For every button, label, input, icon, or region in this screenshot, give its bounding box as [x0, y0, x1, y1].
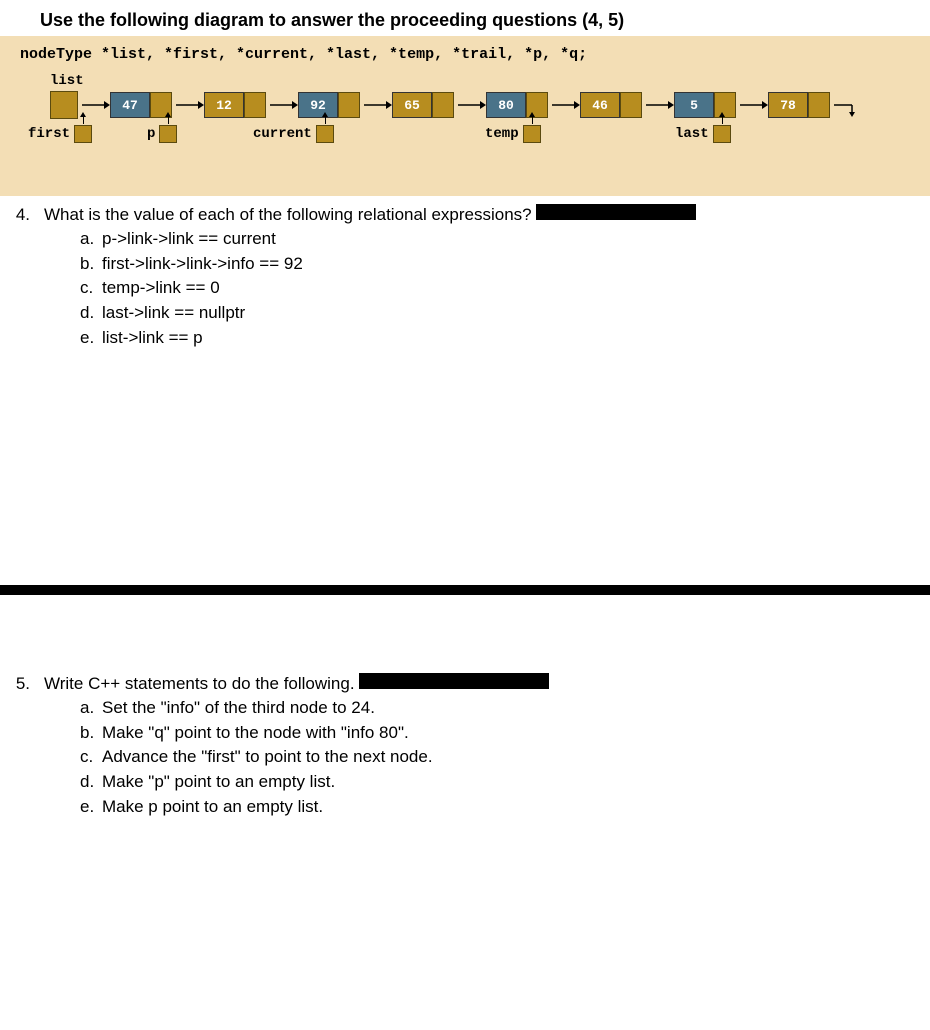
pointer-box [523, 125, 541, 143]
section-divider [0, 585, 930, 595]
list-item: c.temp->link == 0 [80, 276, 920, 301]
pointer-label: p [147, 126, 155, 142]
pointer-label: temp [485, 126, 519, 142]
nodes-row: 47 12 92 65 80 [10, 91, 925, 119]
arrow-icon [270, 92, 298, 118]
node-info: 80 [486, 92, 526, 118]
node-info: 46 [580, 92, 620, 118]
node-link-box [808, 92, 830, 118]
pointer-labels-row: first p current temp last [10, 125, 925, 155]
list-item: a.Set the "info" of the third node to 24… [80, 696, 920, 721]
node-8: 78 [768, 92, 830, 118]
arrow-icon [364, 92, 392, 118]
arrow-icon [740, 92, 768, 118]
question-prompt: What is the value of each of the followi… [44, 205, 532, 225]
pointer-current: current [253, 125, 334, 143]
pointer-temp: temp [485, 125, 541, 143]
node-6: 46 [580, 92, 642, 118]
pointer-last: last [675, 125, 731, 143]
pointer-label: current [253, 126, 312, 142]
list-item: e. Make p point to an empty list. [80, 795, 920, 820]
question-number: 4. [10, 205, 30, 225]
list-item: d.last->link == nullptr [80, 301, 920, 326]
arrow-icon [458, 92, 486, 118]
node-info: 47 [110, 92, 150, 118]
node-5: 80 [486, 92, 548, 118]
node-2: 12 [204, 92, 266, 118]
question-number: 5. [10, 674, 30, 694]
page-title: Use the following diagram to answer the … [0, 0, 930, 36]
pointer-label: first [28, 126, 70, 142]
node-link-box [244, 92, 266, 118]
pointer-p: p [147, 125, 177, 143]
node-4: 65 [392, 92, 454, 118]
question-4: 4. What is the value of each of the foll… [10, 204, 920, 225]
linked-list-diagram: nodeType *list, *first, *current, *last,… [0, 36, 930, 196]
node-info: 5 [674, 92, 714, 118]
node-link-box [432, 92, 454, 118]
redacted-bar [359, 673, 549, 689]
list-label: list [10, 73, 925, 89]
node-info: 12 [204, 92, 244, 118]
arrow-icon [82, 92, 110, 118]
list-item: e.list->link == p [80, 326, 920, 351]
pointer-box [74, 125, 92, 143]
list-item: d.Make "p" point to an empty list. [80, 770, 920, 795]
pointer-first: first [28, 125, 92, 143]
list-item: c.Advance the "first" to point to the ne… [80, 745, 920, 770]
node-3: 92 [298, 92, 360, 118]
node-link-box [714, 92, 736, 118]
pointer-label: last [675, 126, 709, 142]
pointer-declaration: nodeType *list, *first, *current, *last,… [10, 46, 925, 63]
list-item: b.Make "q" point to the node with "info … [80, 721, 920, 746]
question-5-items: a.Set the "info" of the third node to 24… [10, 696, 920, 819]
redacted-bar [536, 204, 696, 220]
question-5: 5. Write C++ statements to do the follow… [10, 673, 920, 694]
null-arrow-icon [834, 92, 862, 118]
node-info: 92 [298, 92, 338, 118]
list-item: a.p->link->link == current [80, 227, 920, 252]
pointer-box [159, 125, 177, 143]
list-head-box [50, 91, 78, 119]
node-info: 65 [392, 92, 432, 118]
question-prompt: Write C++ statements to do the following… [44, 674, 355, 694]
list-item: b.first->link->link->info == 92 [80, 252, 920, 277]
question-4-items: a.p->link->link == current b.first->link… [10, 227, 920, 350]
arrow-icon [646, 92, 674, 118]
node-info: 78 [768, 92, 808, 118]
arrow-icon [552, 92, 580, 118]
arrow-icon [176, 92, 204, 118]
pointer-box [713, 125, 731, 143]
node-link-box [338, 92, 360, 118]
node-link-box [620, 92, 642, 118]
pointer-box [316, 125, 334, 143]
node-1: 47 [110, 92, 172, 118]
node-7: 5 [674, 92, 736, 118]
